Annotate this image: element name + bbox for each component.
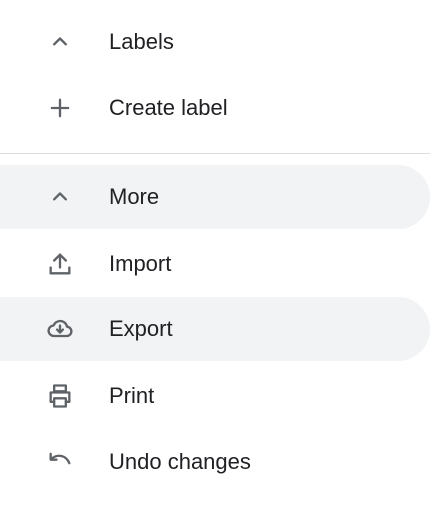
more-section-toggle[interactable]: More — [0, 165, 430, 229]
menu-item-print[interactable]: Print — [0, 364, 430, 428]
upload-icon — [40, 244, 80, 284]
create-label-button[interactable]: Create label — [0, 76, 430, 140]
menu-item-import[interactable]: Import — [0, 232, 430, 296]
menu-item-print-label: Print — [109, 383, 155, 408]
plus-icon — [40, 88, 80, 128]
chevron-up-icon — [40, 177, 80, 217]
menu-item-undo-changes-label: Undo changes — [109, 449, 251, 474]
cloud-download-icon — [40, 309, 80, 349]
create-label-label: Create label — [109, 95, 228, 120]
menu-item-export[interactable]: Export — [0, 297, 430, 361]
menu-item-undo-changes[interactable]: Undo changes — [0, 430, 430, 494]
chevron-up-icon — [40, 22, 80, 62]
undo-icon — [40, 442, 80, 482]
labels-section-label: Labels — [109, 29, 174, 54]
menu-item-export-label: Export — [109, 316, 173, 341]
side-menu: Labels Create label More Import Export P… — [0, 0, 443, 505]
more-section-label: More — [109, 184, 160, 209]
menu-item-import-label: Import — [109, 251, 172, 276]
printer-icon — [40, 376, 80, 416]
labels-section-toggle[interactable]: Labels — [0, 10, 430, 74]
divider — [0, 153, 430, 154]
